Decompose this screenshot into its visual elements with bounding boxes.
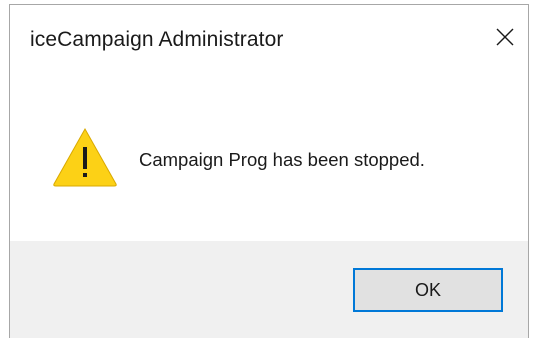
ok-button[interactable]: OK [353, 268, 503, 312]
close-icon [496, 28, 514, 46]
dialog-message: Campaign Prog has been stopped. [139, 149, 425, 170]
warning-icon [53, 127, 117, 187]
message-dialog: iceCampaign Administrator Campaign Prog … [9, 4, 529, 338]
dialog-title: iceCampaign Administrator [30, 28, 284, 51]
button-bar: OK [10, 241, 528, 338]
title-bar: iceCampaign Administrator [10, 5, 528, 79]
close-button[interactable] [482, 15, 528, 59]
dialog-content: Campaign Prog has been stopped. [10, 79, 528, 241]
